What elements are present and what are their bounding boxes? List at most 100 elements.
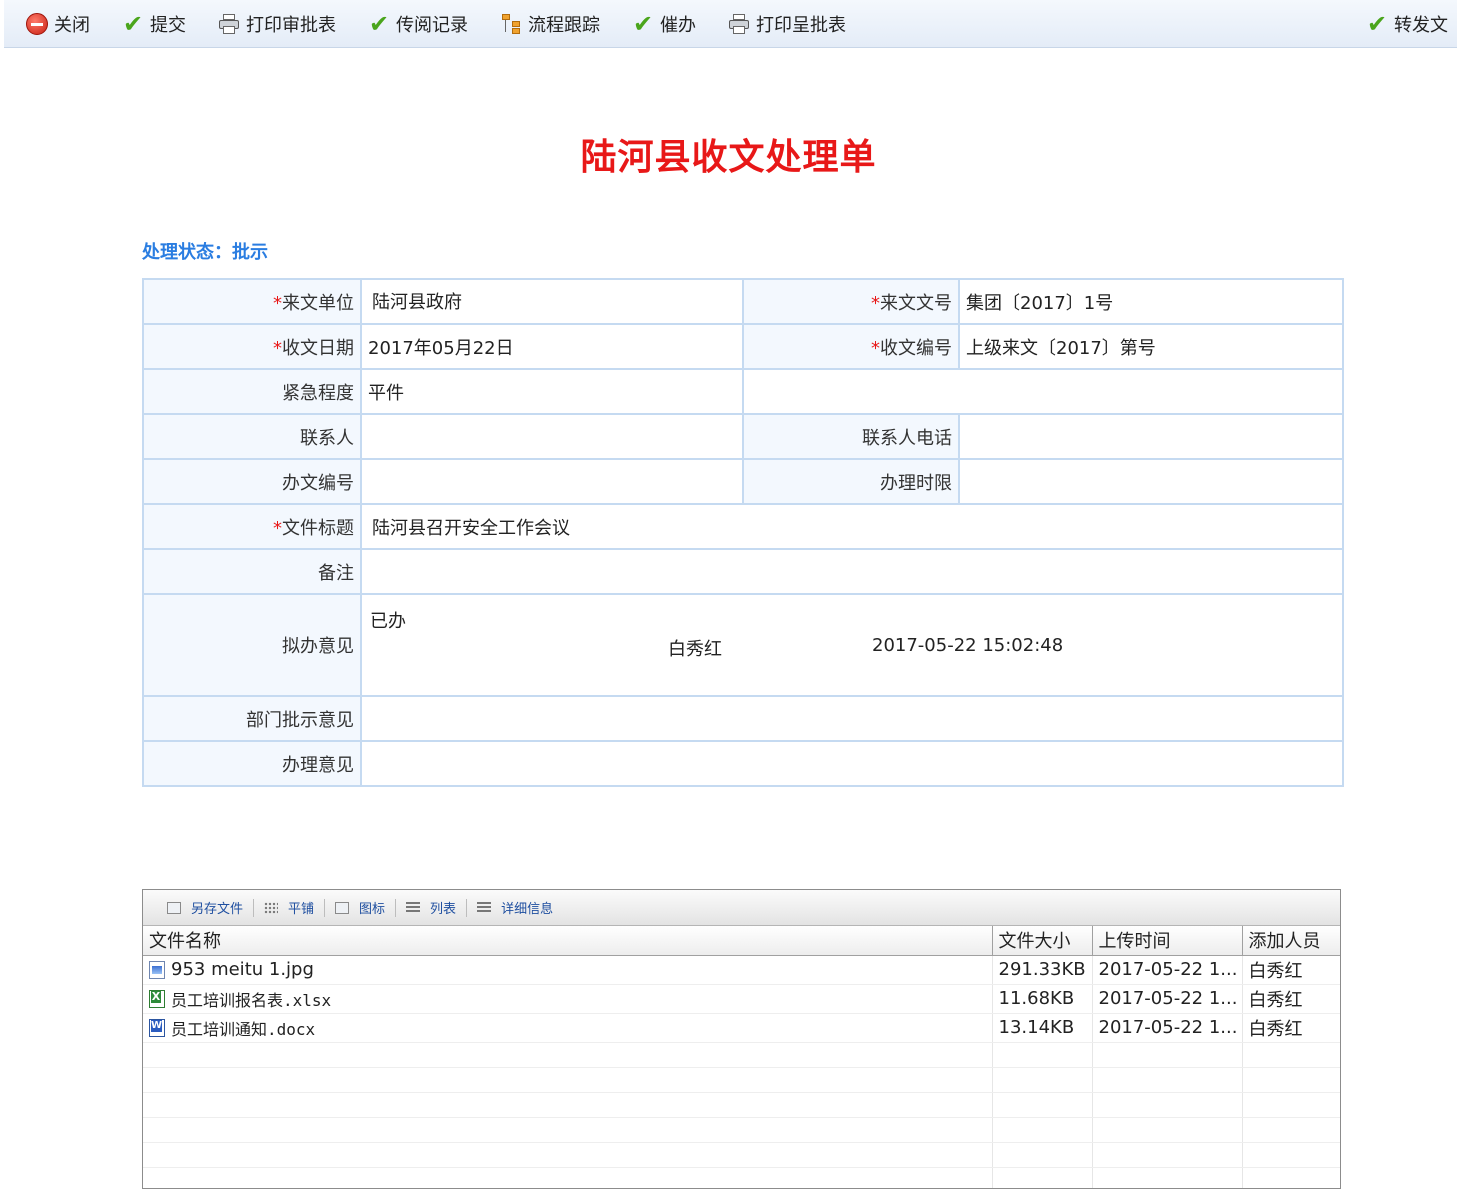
column-header-name[interactable]: 文件名称 <box>143 926 993 956</box>
table-row[interactable]: 员工培训通知.docx 13.14KB 2017-05-22 1... 白秀红 <box>143 1013 1340 1043</box>
doc-title-field[interactable]: 陆河县召开安全工作会议 <box>360 503 1344 550</box>
save-as-label: 另存文件 <box>191 902 244 917</box>
receive-date-field[interactable]: 2017年05月22日 <box>360 323 744 370</box>
file-name-cell: 员工培训报名表.xlsx <box>143 984 993 1014</box>
status-text: 处理状态：批示 <box>142 242 268 263</box>
doc-title-label: *文件标题 <box>142 503 362 550</box>
receive-date-label: *收文日期 <box>142 323 362 370</box>
check-icon: ✔ <box>368 10 390 38</box>
attachment-table: 文件名称 文件大小 上传时间 添加人员 953 meitu 1.jpg 291.… <box>143 926 1340 1188</box>
close-icon <box>24 11 50 37</box>
form-row: 备注 <box>142 548 1344 595</box>
opinion-user: 白秀红 <box>668 639 722 660</box>
form-row: *来文单位 陆河县政府 *来文文号 集团〔2017〕1号 <box>142 278 1344 325</box>
attachment-toolbar: 另存文件 平铺 图标 列表 详细信息 <box>143 890 1340 926</box>
contact-phone-field[interactable] <box>958 413 1344 460</box>
urgency-field[interactable]: 平件 <box>360 368 744 415</box>
doc-number-field[interactable]: 集团〔2017〕1号 <box>958 278 1344 325</box>
print-submit-label: 打印呈批表 <box>756 15 846 36</box>
empty-row <box>143 1117 1340 1143</box>
proposed-opinion-label: 拟办意见 <box>142 593 362 697</box>
receive-number-label: *收文编号 <box>742 323 960 370</box>
folder-icon <box>167 901 181 914</box>
handle-opinion-field[interactable] <box>360 740 1344 787</box>
forward-label: 转发文 <box>1394 15 1448 36</box>
printer-icon <box>216 11 242 37</box>
form-row: 办文编号 办理时限 <box>142 458 1344 505</box>
empty-cell <box>742 368 1344 415</box>
close-label: 关闭 <box>54 15 90 36</box>
list-label: 列表 <box>430 902 457 917</box>
printer-icon <box>726 11 752 37</box>
column-header-time[interactable]: 上传时间 <box>1092 926 1243 956</box>
table-row[interactable]: 员工培训报名表.xlsx 11.68KB 2017-05-22 1... 白秀红 <box>143 984 1340 1014</box>
form-row: 部门批示意见 <box>142 695 1344 742</box>
uploader-cell: 白秀红 <box>1242 984 1340 1014</box>
upload-time-cell: 2017-05-22 1... <box>1092 1013 1243 1043</box>
icon-view-button[interactable]: 图标 <box>325 898 395 917</box>
empty-row <box>143 1092 1340 1118</box>
remark-label: 备注 <box>142 548 362 595</box>
column-header-size[interactable]: 文件大小 <box>992 926 1093 956</box>
opinion-text: 已办 <box>370 611 406 632</box>
source-unit-label: *来文单位 <box>142 278 362 325</box>
tile-label: 平铺 <box>288 902 315 917</box>
tile-view-button[interactable]: 平铺 <box>254 898 324 917</box>
table-row[interactable]: 953 meitu 1.jpg 291.33KB 2017-05-22 1...… <box>143 955 1340 985</box>
print-submit-button[interactable]: 打印呈批表 <box>726 0 846 48</box>
contact-field[interactable] <box>360 413 744 460</box>
circulation-record-label: 传阅记录 <box>396 15 468 36</box>
check-icon: ✔ <box>1366 10 1388 38</box>
submit-button[interactable]: ✔ 提交 <box>120 0 186 48</box>
empty-row <box>143 1067 1340 1093</box>
forward-button[interactable]: ✔ 转发文 <box>1364 0 1448 48</box>
details-label: 详细信息 <box>501 902 554 917</box>
uploader-cell: 白秀红 <box>1242 955 1340 985</box>
top-toolbar: 关闭 ✔ 提交 打印审批表 ✔ 传阅记录 流程跟踪 ✔ 催办 打印呈批表 ✔ 转… <box>4 0 1457 48</box>
flow-tracking-label: 流程跟踪 <box>528 15 600 36</box>
details-view-button[interactable]: 详细信息 <box>467 898 563 917</box>
circulation-record-button[interactable]: ✔ 传阅记录 <box>366 0 468 48</box>
source-unit-field[interactable]: 陆河县政府 <box>360 278 744 325</box>
office-number-field[interactable] <box>360 458 744 505</box>
list-icon <box>406 901 421 914</box>
icon-view-icon <box>335 901 350 914</box>
empty-row <box>143 1167 1340 1188</box>
urge-button[interactable]: ✔ 催办 <box>630 0 696 48</box>
attachment-header-row: 文件名称 文件大小 上传时间 添加人员 <box>143 926 1340 956</box>
print-approval-button[interactable]: 打印审批表 <box>216 0 336 48</box>
remark-field[interactable] <box>360 548 1344 595</box>
deadline-label: 办理时限 <box>742 458 960 505</box>
dept-opinion-field[interactable] <box>360 695 1344 742</box>
image-file-icon <box>149 960 165 979</box>
file-size-cell: 291.33KB <box>992 955 1093 985</box>
empty-row <box>143 1142 1340 1168</box>
uploader-cell: 白秀红 <box>1242 1013 1340 1043</box>
upload-time-cell: 2017-05-22 1... <box>1092 984 1243 1014</box>
check-icon: ✔ <box>632 10 654 38</box>
form-row: *文件标题 陆河县召开安全工作会议 <box>142 503 1344 550</box>
office-number-label: 办文编号 <box>142 458 362 505</box>
file-size-cell: 11.68KB <box>992 984 1093 1014</box>
list-view-button[interactable]: 列表 <box>396 898 466 917</box>
handle-opinion-label: 办理意见 <box>142 740 362 787</box>
print-approval-label: 打印审批表 <box>246 15 336 36</box>
file-name-cell: 员工培训通知.docx <box>143 1013 993 1043</box>
receive-number-field[interactable]: 上级来文〔2017〕第号 <box>958 323 1344 370</box>
deadline-field[interactable] <box>958 458 1344 505</box>
excel-file-icon <box>149 989 165 1008</box>
dept-opinion-label: 部门批示意见 <box>142 695 362 742</box>
column-header-user[interactable]: 添加人员 <box>1242 926 1340 956</box>
flowchart-icon <box>498 11 524 37</box>
file-name-cell: 953 meitu 1.jpg <box>143 955 993 985</box>
contact-label: 联系人 <box>142 413 362 460</box>
flow-tracking-button[interactable]: 流程跟踪 <box>498 0 600 48</box>
check-icon: ✔ <box>122 10 144 38</box>
opinion-time: 2017-05-22 15:02:48 <box>872 635 1064 656</box>
close-button[interactable]: 关闭 <box>24 0 90 48</box>
save-as-button[interactable]: 另存文件 <box>157 898 253 917</box>
tile-icon <box>264 901 279 914</box>
word-file-icon <box>149 1018 165 1037</box>
upload-time-cell: 2017-05-22 1... <box>1092 955 1243 985</box>
page-title: 陆河县收文处理单 <box>580 137 877 178</box>
